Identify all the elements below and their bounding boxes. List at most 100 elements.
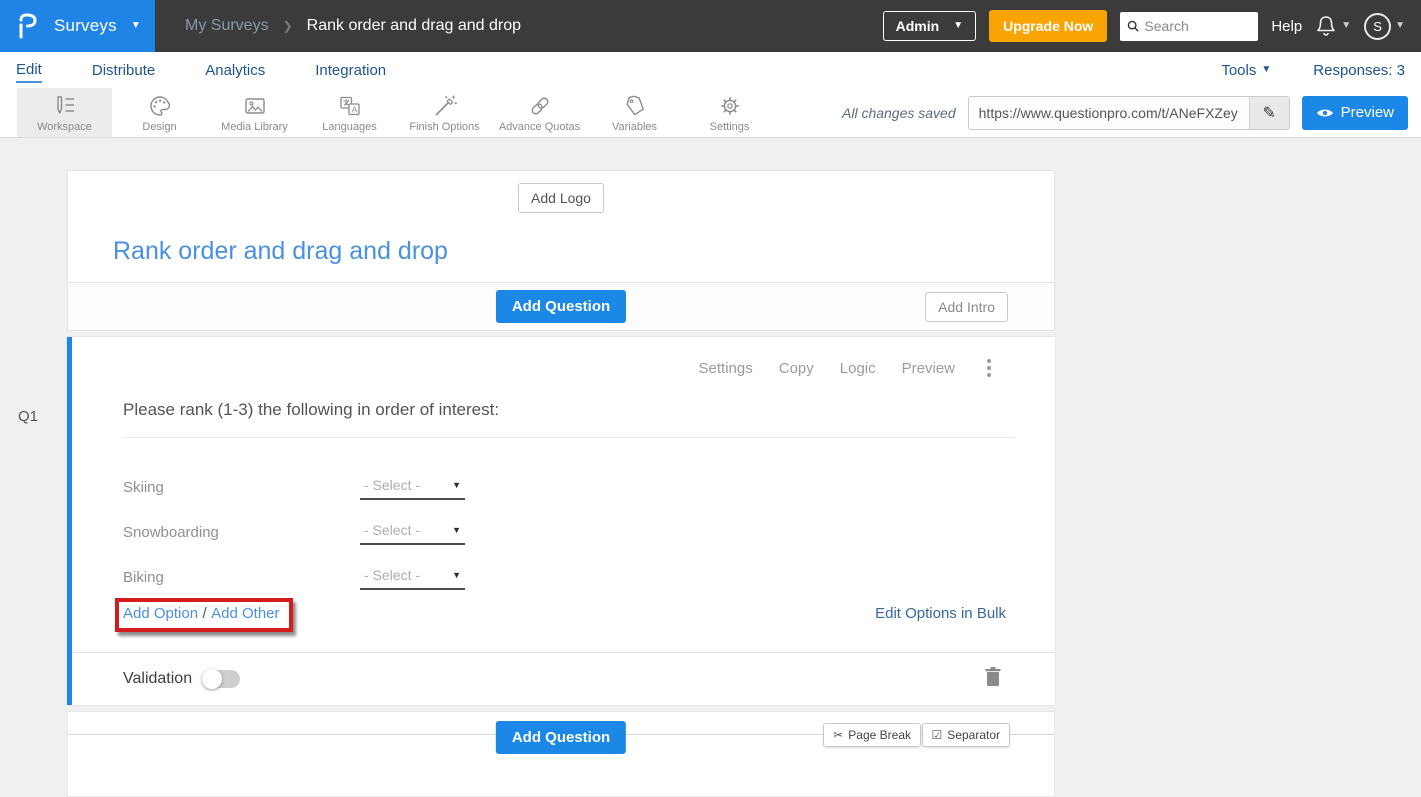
toolbar-label: Workspace [37,121,92,133]
finish-options-icon [432,93,458,119]
toolbar-item-design[interactable]: Design [112,88,207,137]
tab-integration[interactable]: Integration [315,58,386,82]
add-other-link[interactable]: Add Other [211,605,279,622]
page-break-label: Page Break [848,728,911,742]
tools-dropdown[interactable]: Tools ▼ [1221,62,1271,79]
add-intro-button[interactable]: Add Intro [925,292,1008,322]
validation-toggle[interactable] [202,670,240,688]
more-options-icon[interactable] [987,359,991,377]
media-library-icon [242,93,268,119]
editor-workspace: Add Logo Rank order and drag and drop Ad… [0,138,1421,797]
toolbar-item-languages[interactable]: A Languages [302,88,397,137]
add-logo-button[interactable]: Add Logo [518,183,604,213]
question-logic-link[interactable]: Logic [840,360,876,377]
survey-header-card: Add Logo Rank order and drag and drop [67,170,1055,283]
eye-icon [1316,107,1334,119]
breadcrumb-separator-icon: ❯ [283,19,293,33]
toolbar-right-group: All changes saved ✎ Preview [842,88,1421,137]
question-preview-link[interactable]: Preview [902,360,955,377]
edit-url-button[interactable]: ✎ [1249,97,1289,129]
caret-down-icon: ▼ [131,21,141,31]
question-menu: Settings Copy Logic Preview [699,359,991,377]
rank-select-snowboarding[interactable]: - Select - ▼ [360,520,465,545]
toolbar-item-finish-options[interactable]: Finish Options [397,88,492,137]
toolbar-item-advance-quotas[interactable]: Advance Quotas [492,88,587,137]
page-break-button[interactable]: ✂ Page Break [823,723,921,747]
toolbar-item-settings[interactable]: Settings [682,88,777,137]
option-row: Snowboarding - Select - ▼ [123,510,465,555]
option-row: Biking - Select - ▼ [123,555,465,600]
product-switcher[interactable]: Surveys ▼ [0,0,155,52]
caret-down-icon: ▼ [452,525,461,535]
separator-button[interactable]: ☑ Separator [922,723,1010,747]
option-row: Skiing - Select - ▼ [123,465,465,510]
link-separator: / [203,605,207,622]
toolbar-label: Variables [612,121,657,133]
option-label-skiing[interactable]: Skiing [123,479,360,496]
option-label-biking[interactable]: Biking [123,569,360,586]
autosave-status: All changes saved [842,105,956,121]
tab-distribute[interactable]: Distribute [92,58,155,82]
tab-edit[interactable]: Edit [16,57,42,83]
variables-icon [622,93,648,119]
survey-url-input[interactable] [969,97,1249,129]
help-link[interactable]: Help [1271,18,1302,35]
select-placeholder: - Select - [364,567,420,583]
breadcrumb-survey-title: Rank order and drag and drop [307,17,521,35]
toolbar-label: Finish Options [409,121,479,133]
design-icon [147,93,173,119]
rank-select-skiing[interactable]: - Select - ▼ [360,475,465,500]
search-box[interactable] [1120,12,1258,41]
survey-url-field: ✎ [968,96,1290,130]
select-placeholder: - Select - [364,477,420,493]
question-card: Settings Copy Logic Preview Please rank … [67,337,1055,705]
notifications-menu[interactable]: ▼ [1315,14,1351,38]
add-question-button-bottom[interactable]: Add Question [496,721,626,754]
option-label-snowboarding[interactable]: Snowboarding [123,524,360,541]
languages-icon: A [337,93,363,119]
edit-options-in-bulk-link[interactable]: Edit Options in Bulk [875,605,1006,622]
toolbar-item-media-library[interactable]: Media Library [207,88,302,137]
workspace-icon [52,93,78,119]
toolbar-label: Media Library [221,121,288,133]
questionpro-logo-icon [16,12,40,40]
trash-icon [985,667,1001,686]
search-input[interactable] [1144,18,1251,34]
toolbar-item-workspace[interactable]: Workspace [17,88,112,137]
tools-label: Tools [1221,62,1256,79]
validation-label: Validation [123,670,192,688]
survey-nav-tabs: Edit Distribute Analytics Integration To… [0,52,1421,88]
add-question-button-top[interactable]: Add Question [496,290,626,323]
separator-label: Separator [947,728,1000,742]
checkbox-icon: ☑ [932,728,943,742]
toolbar-item-variables[interactable]: Variables [587,88,682,137]
question-settings-link[interactable]: Settings [699,360,753,377]
toolbar-items: Workspace Design Media Library A [17,88,777,137]
add-option-link[interactable]: Add Option [123,605,198,622]
breadcrumb-my-surveys[interactable]: My Surveys [185,17,269,35]
question-text[interactable]: Please rank (1-3) the following in order… [123,400,1015,438]
add-option-area: Add Option / Add Other [115,598,293,632]
toolbar-label: Design [142,121,176,133]
preview-button[interactable]: Preview [1302,96,1408,130]
admin-dropdown[interactable]: Admin ▼ [883,11,976,41]
rank-select-biking[interactable]: - Select - ▼ [360,565,465,590]
pencil-icon: ✎ [1262,103,1275,123]
nav-right-group: Tools ▼ Responses: 3 [1221,62,1405,79]
caret-down-icon: ▼ [953,21,963,31]
caret-down-icon: ▼ [1341,21,1351,31]
caret-down-icon: ▼ [1261,65,1271,75]
avatar: S [1364,13,1391,40]
validation-bar: Validation [72,652,1055,705]
responses-count[interactable]: Responses: 3 [1313,62,1405,79]
survey-title[interactable]: Rank order and drag and drop [113,237,448,266]
advance-quotas-icon [527,93,553,119]
tab-analytics[interactable]: Analytics [205,58,265,82]
editor-toolbar: Workspace Design Media Library A [0,88,1421,138]
question-copy-link[interactable]: Copy [779,360,814,377]
svg-text:A: A [351,104,357,114]
settings-icon [717,93,743,119]
account-menu[interactable]: S ▼ [1364,13,1405,40]
delete-question-button[interactable] [985,667,1001,691]
upgrade-now-button[interactable]: Upgrade Now [989,10,1107,42]
